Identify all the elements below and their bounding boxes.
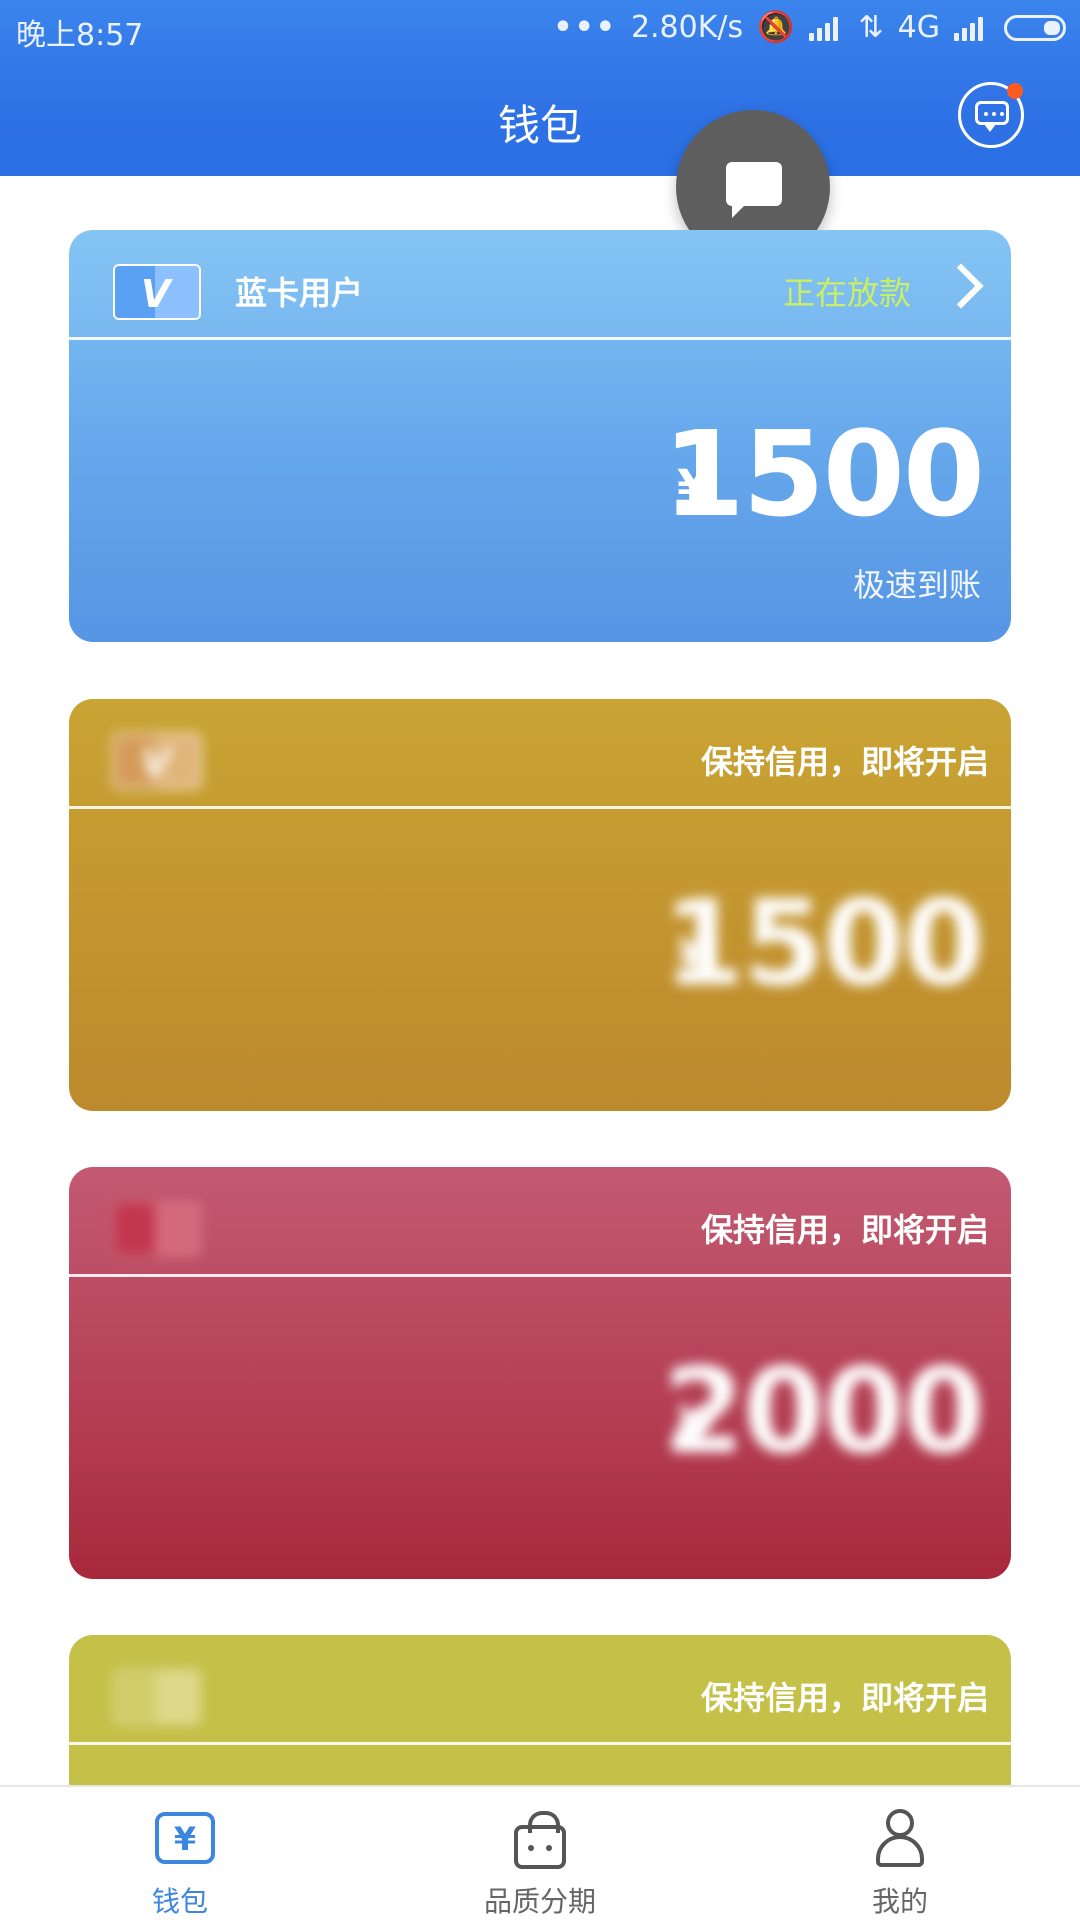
data-arrows-icon: ⇅: [858, 10, 884, 45]
chevron-right-icon[interactable]: [938, 263, 984, 309]
tab-installment[interactable]: 品质分期: [440, 1787, 640, 1920]
card-logo-icon: [113, 1669, 201, 1725]
card-logo-icon: V: [113, 264, 201, 320]
message-button[interactable]: [958, 82, 1024, 148]
user-icon: [876, 1809, 924, 1869]
card-status: 正在放款: [782, 274, 911, 312]
network-speed: 2.80K/s: [630, 10, 744, 45]
card-name: 蓝卡用户: [235, 274, 364, 312]
tab-label: 品质分期: [483, 1885, 596, 1918]
card-header: 保持信用，即将开启: [69, 1167, 1011, 1277]
network-type: 4G: [897, 10, 940, 45]
status-dots: •••: [553, 10, 617, 45]
tab-label: 钱包: [151, 1885, 208, 1918]
card-status: 保持信用，即将开启: [700, 743, 989, 781]
card-header: V 蓝卡用户 正在放款: [69, 230, 1011, 340]
status-bar: 晚上8:57 ••• 2.80K/s 🔕 ⇅ 4G: [0, 0, 1080, 56]
battery-icon: [1004, 14, 1066, 41]
wallet-screen: 晚上8:57 ••• 2.80K/s 🔕 ⇅ 4G 钱包 V 蓝卡用户 正在放款…: [0, 0, 1080, 1920]
signal-icon: [808, 15, 845, 41]
shopping-bag-icon: [514, 1811, 566, 1869]
mute-icon: 🔕: [757, 10, 795, 45]
top-bar: 晚上8:57 ••• 2.80K/s 🔕 ⇅ 4G 钱包: [0, 0, 1080, 176]
tab-label: 我的: [871, 1885, 928, 1918]
page-title: 钱包: [497, 101, 582, 150]
card-gold: V 保持信用，即将开启 ¥ 1500: [69, 699, 1011, 1111]
card-blue[interactable]: V 蓝卡用户 正在放款 ¥ 1500 极速到账: [69, 230, 1011, 642]
chat-icon: [726, 162, 782, 218]
unread-dot: [1007, 83, 1023, 99]
wallet-icon: ¥: [155, 1812, 215, 1864]
bottom-tab-bar: ¥ 钱包 品质分期 我的: [0, 1785, 1080, 1920]
card-header: V 保持信用，即将开启: [69, 699, 1011, 809]
tab-profile[interactable]: 我的: [800, 1787, 1000, 1920]
card-header: 保持信用，即将开启: [69, 1635, 1011, 1745]
card-amount: 2000: [662, 1342, 985, 1480]
card-status: 保持信用，即将开启: [700, 1679, 989, 1717]
card-red: 保持信用，即将开启 ¥ 2000: [69, 1167, 1011, 1579]
card-logo-icon: [113, 1201, 201, 1257]
chat-bubble-icon: [975, 101, 1009, 132]
card-amount: 1500: [662, 874, 985, 1012]
card-status: 保持信用，即将开启: [700, 1211, 989, 1249]
card-amount: 1500: [662, 405, 985, 543]
card-logo-icon: V: [113, 733, 201, 789]
status-time: 晚上8:57: [16, 18, 144, 53]
card-subtitle: 极速到账: [852, 566, 981, 604]
status-right: ••• 2.80K/s 🔕 ⇅ 4G: [553, 10, 1066, 45]
signal-icon-2: [954, 15, 990, 41]
tab-wallet[interactable]: ¥ 钱包: [80, 1787, 280, 1920]
